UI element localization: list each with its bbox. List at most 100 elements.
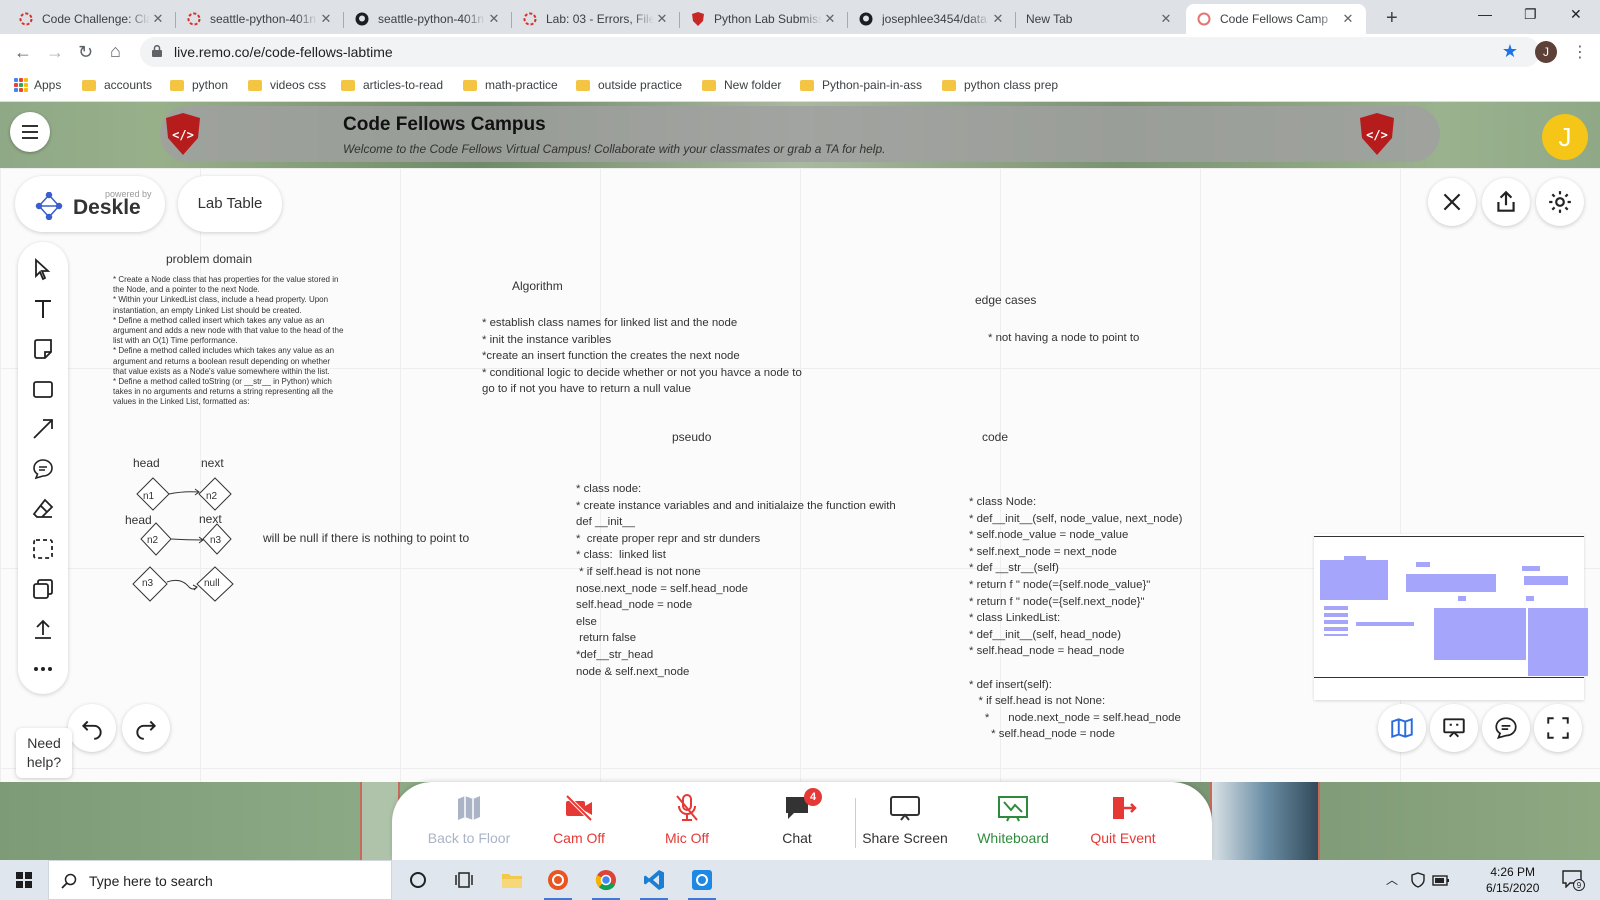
restore-icon[interactable]: ❐ [1524, 6, 1537, 23]
rectangle-icon [33, 381, 53, 398]
mic-off-button[interactable]: Mic Off [632, 792, 742, 846]
quit-event-label: Quit Event [1090, 830, 1156, 846]
vscode-icon[interactable] [640, 866, 668, 900]
map-view-button[interactable] [1378, 704, 1426, 752]
battery-icon[interactable] [1432, 873, 1450, 887]
bookmark-folder[interactable]: math-practice [463, 78, 558, 92]
close-icon[interactable]: ✕ [1158, 11, 1174, 27]
address-bar[interactable]: live.remo.co/e/code-fellows-labtime ★ [140, 37, 1540, 67]
reload-icon[interactable]: ↻ [78, 42, 93, 63]
file-explorer-icon[interactable] [498, 866, 526, 894]
browser-tab[interactable]: seattle-python-401n ✕ [344, 4, 512, 34]
bookmark-folder[interactable]: outside practice [576, 78, 682, 92]
new-tab-button[interactable]: + [1386, 7, 1398, 30]
edge-cases-text: * not having a node to point to [988, 332, 1140, 344]
browser-tab[interactable]: seattle-python-401n ✕ [176, 4, 344, 34]
redo-button[interactable] [122, 704, 170, 752]
select-tool[interactable] [30, 256, 56, 282]
text-tool[interactable] [30, 296, 56, 322]
forward-arrow-icon[interactable]: → [46, 42, 64, 63]
whiteboard-button[interactable]: Whiteboard [958, 792, 1068, 846]
folder-icon [170, 79, 184, 91]
browser-tab[interactable]: josephlee3454/data ✕ [848, 4, 1016, 34]
remo-app-icon[interactable] [688, 866, 716, 900]
close-icon[interactable]: ✕ [318, 11, 334, 27]
settings-button[interactable] [1536, 178, 1584, 226]
more-tools[interactable] [30, 656, 56, 682]
chat-button[interactable]: 4 Chat [742, 788, 852, 846]
share-export-button[interactable] [1482, 178, 1530, 226]
chrome-icon[interactable] [592, 866, 620, 900]
cam-off-button[interactable]: Cam Off [524, 792, 634, 846]
browser-menu-icon[interactable]: ⋮ [1572, 42, 1588, 62]
close-icon[interactable]: ✕ [990, 11, 1006, 27]
bookmark-apps[interactable]: Apps [14, 78, 61, 92]
bookmark-folder[interactable]: python class prep [942, 78, 1058, 92]
bookmark-folder[interactable]: Python-pain-in-ass [800, 78, 922, 92]
share-screen-button[interactable]: Share Screen [850, 792, 960, 846]
upload-tool[interactable] [30, 616, 56, 642]
cursor-arrow-icon [35, 257, 51, 281]
notification-center-icon[interactable]: 9 [1562, 870, 1585, 891]
edge-cases-title: edge cases [975, 293, 1037, 307]
security-shield-icon[interactable] [1410, 872, 1426, 888]
profile-avatar[interactable]: J [1535, 41, 1557, 63]
fit-to-screen-button[interactable] [1534, 704, 1582, 752]
browser-tab[interactable]: New Tab ✕ [1016, 4, 1184, 34]
lab-table-button[interactable]: Lab Table [178, 176, 282, 232]
bookmark-folder[interactable]: articles-to-read [341, 78, 443, 92]
svg-text:</>: </> [172, 128, 194, 142]
back-arrow-icon[interactable]: ← [14, 42, 32, 63]
marquee-select-tool[interactable] [30, 536, 56, 562]
close-icon[interactable]: ✕ [486, 11, 502, 27]
whiteboard-canvas[interactable]: powered by Deskle Lab Table problem doma… [0, 168, 1600, 854]
back-to-floor-label: Back to Floor [427, 830, 511, 846]
close-icon[interactable]: ✕ [1340, 11, 1356, 27]
browser-tab-active[interactable]: Code Fellows Camp ✕ [1186, 4, 1366, 34]
task-view-icon[interactable] [450, 866, 478, 894]
deskle-brand[interactable]: powered by Deskle [15, 176, 165, 232]
windows-start-icon[interactable] [16, 872, 32, 888]
close-icon[interactable]: ✕ [822, 11, 838, 27]
presentation-button[interactable] [1430, 704, 1478, 752]
browser-tab-strip: Code Challenge: Cla ✕ seattle-python-401… [0, 0, 1600, 34]
close-board-button[interactable] [1428, 178, 1476, 226]
home-icon[interactable]: ⌂ [110, 41, 121, 62]
taskbar-search[interactable]: Type here to search [48, 860, 392, 900]
bookmark-folder[interactable]: videos css [248, 78, 326, 92]
user-avatar[interactable]: J [1542, 114, 1588, 160]
browser-tab[interactable]: Python Lab Submiss ✕ [680, 4, 848, 34]
system-clock[interactable]: 4:26 PM 6/15/2020 [1486, 864, 1539, 896]
ubuntu-app-icon[interactable] [544, 866, 572, 900]
frame-tool[interactable] [30, 576, 56, 602]
quit-event-button[interactable]: Quit Event [1068, 792, 1178, 846]
brand-name: Deskle [73, 196, 141, 219]
back-to-floor-button[interactable]: Back to Floor [414, 792, 524, 846]
close-icon[interactable]: ✕ [150, 11, 166, 27]
problem-domain-title: problem domain [166, 252, 253, 266]
bookmark-label: math-practice [485, 78, 558, 92]
bookmark-folder[interactable]: New folder [702, 78, 781, 92]
browser-tab-title: Code Fellows Camp [1220, 12, 1329, 26]
sticky-note-tool[interactable] [30, 336, 56, 362]
undo-button[interactable] [68, 704, 116, 752]
need-help-text: Need help? [26, 735, 62, 770]
minimize-icon[interactable]: — [1478, 6, 1492, 22]
cortana-icon[interactable] [404, 866, 432, 894]
window-close-icon[interactable]: ✕ [1570, 6, 1582, 23]
rectangle-tool[interactable] [30, 376, 56, 402]
bookmark-folder[interactable]: accounts [82, 78, 152, 92]
browser-tab[interactable]: Code Challenge: Cla ✕ [8, 4, 176, 34]
bookmark-star-icon[interactable]: ★ [1502, 41, 1518, 62]
comment-tool[interactable] [30, 456, 56, 482]
arrow-tool[interactable] [30, 416, 56, 442]
close-icon[interactable]: ✕ [654, 11, 670, 27]
board-minimap[interactable] [1314, 534, 1588, 700]
hamburger-menu-icon[interactable] [10, 112, 50, 152]
comments-button[interactable] [1482, 704, 1530, 752]
bookmark-folder[interactable]: python [170, 78, 228, 92]
show-hidden-icons[interactable]: ︿ [1386, 871, 1398, 888]
browser-tab[interactable]: Lab: 03 - Errors, Files ✕ [512, 4, 680, 34]
eraser-tool[interactable] [30, 496, 56, 522]
floor-room [1210, 782, 1320, 860]
